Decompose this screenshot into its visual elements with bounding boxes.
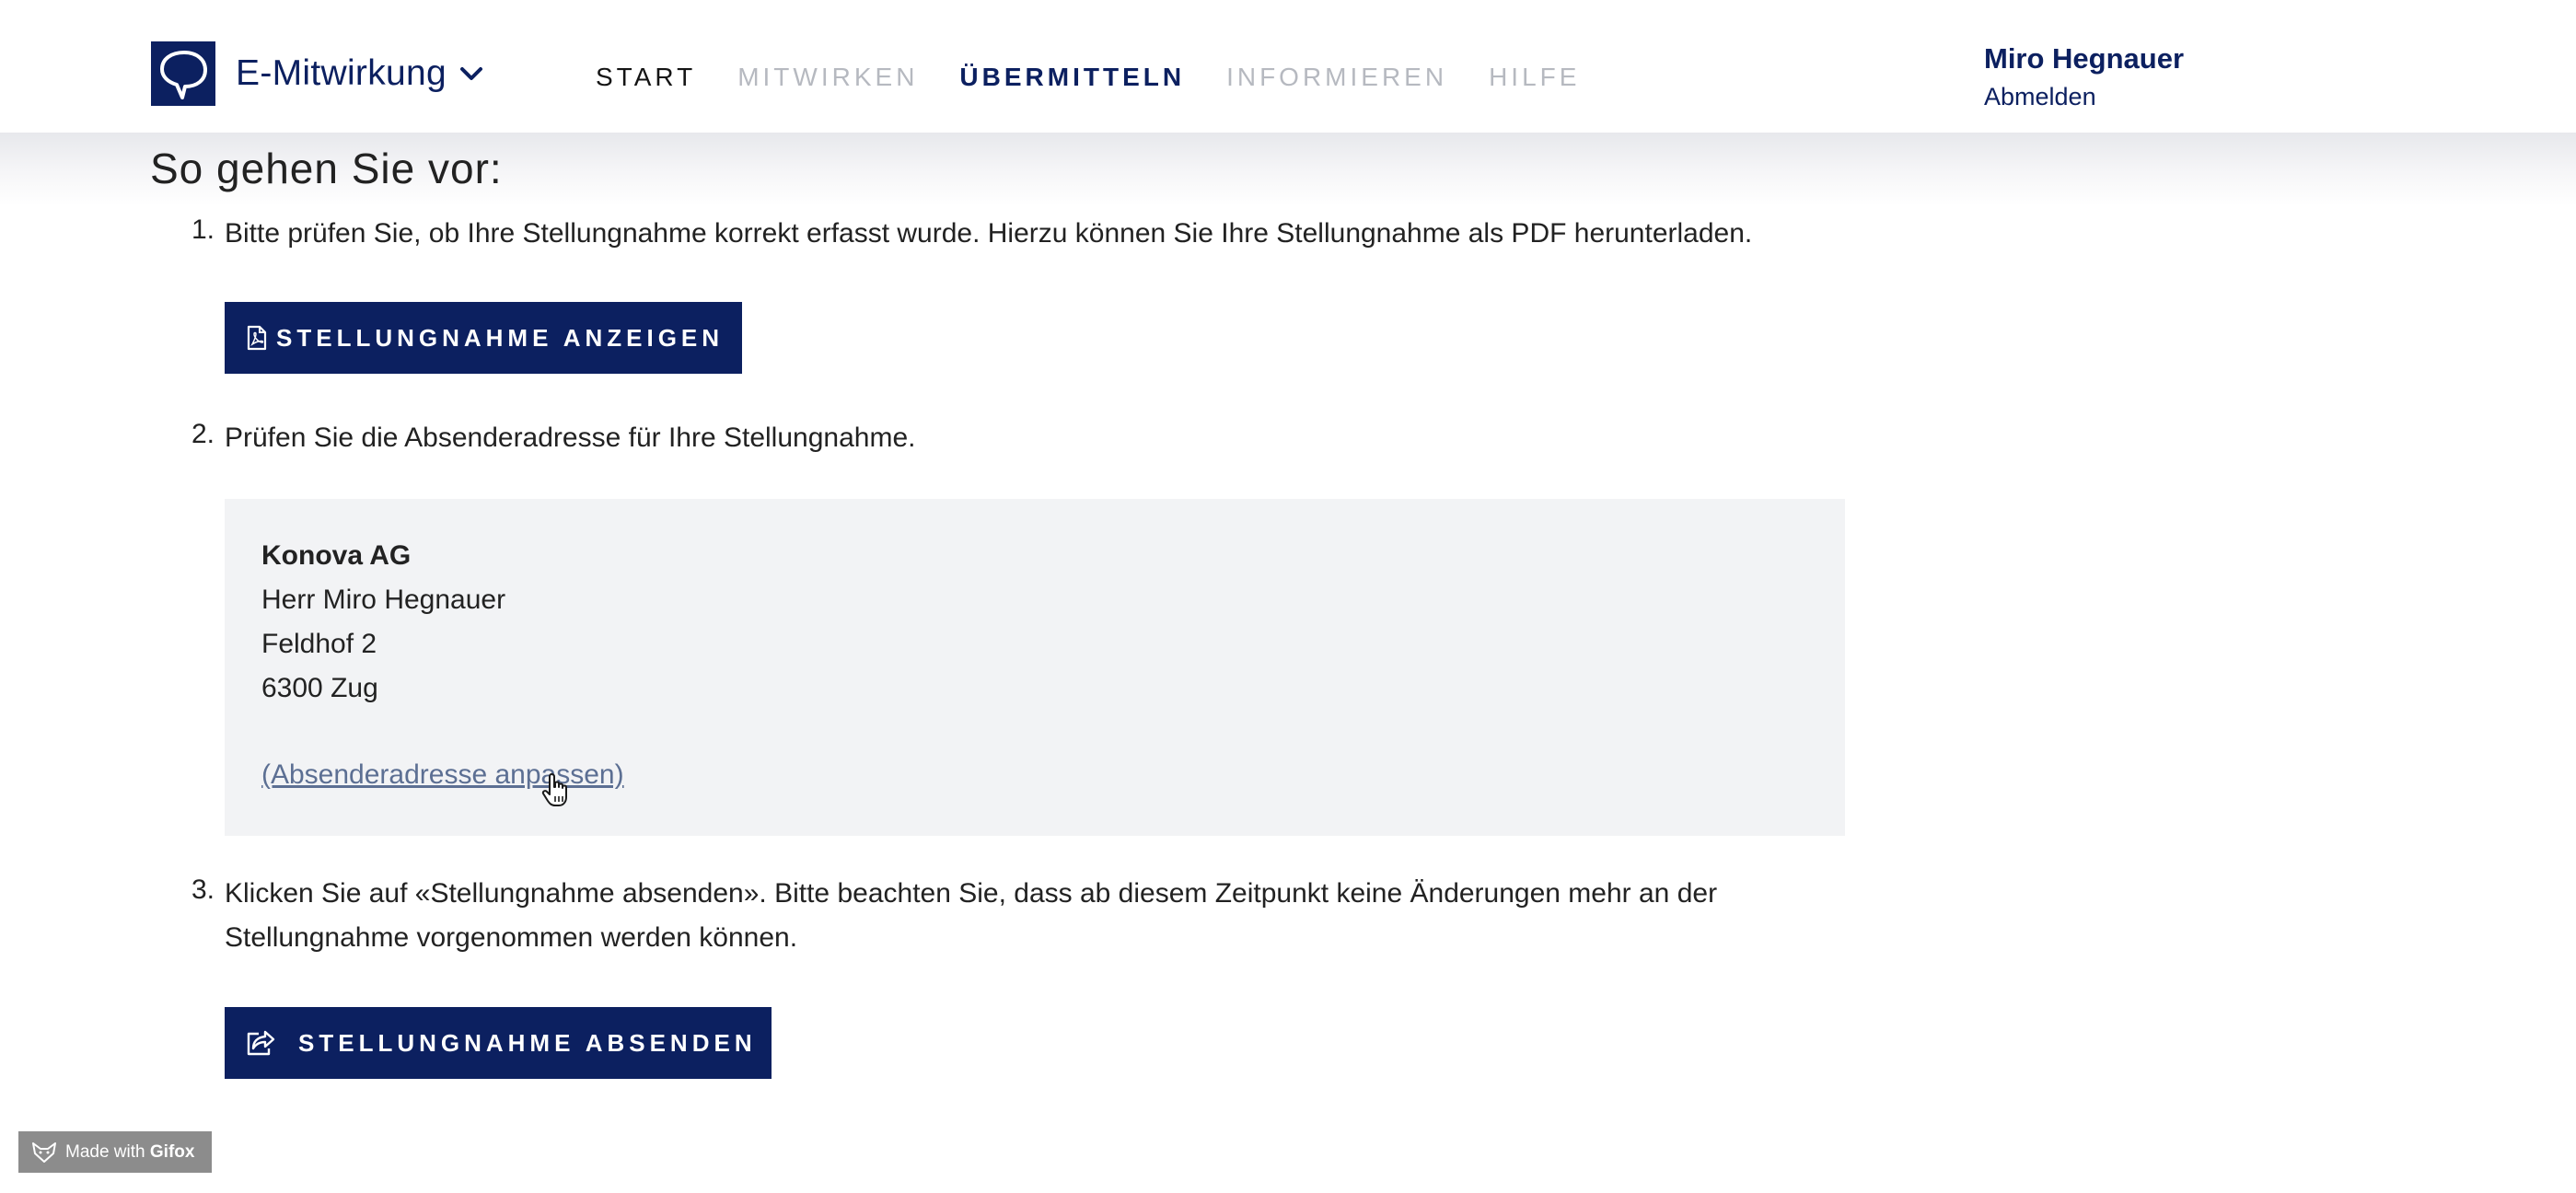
pdf-file-icon — [247, 325, 267, 351]
logout-link[interactable]: Abmelden — [1984, 83, 2184, 111]
step-1-number: 1. — [191, 214, 215, 245]
step-1-text: Bitte prüfen Sie, ob Ihre Stellungnahme … — [225, 218, 1753, 249]
step-2-number: 2. — [191, 419, 215, 449]
nav-uebermitteln[interactable]: ÜBERMITTELN — [959, 63, 1185, 92]
speech-bubble-logo-icon — [151, 41, 215, 106]
chevron-down-icon — [459, 65, 483, 82]
app-switcher[interactable]: E-Mitwirkung — [151, 41, 483, 106]
main-nav: START MITWIRKEN ÜBERMITTELN INFORMIEREN … — [596, 63, 1621, 92]
step-3-number: 3. — [191, 874, 215, 905]
nav-hilfe[interactable]: HILFE — [1489, 63, 1580, 92]
address-city: 6300 Zug — [261, 673, 378, 703]
watermark-prefix: Made with — [65, 1141, 145, 1162]
gifox-watermark: Made with Gifox — [18, 1131, 212, 1173]
user-menu: Miro Hegnauer Abmelden — [1984, 42, 2184, 111]
submit-statement-button[interactable]: STELLUNGNAHME ABSENDEN — [225, 1007, 772, 1079]
watermark-brand: Gifox — [149, 1141, 195, 1162]
user-name: Miro Hegnauer — [1984, 42, 2185, 75]
hand-cursor-icon — [541, 771, 573, 813]
sender-address-box: Konova AG Herr Miro Hegnauer Feldhof 2 6… — [225, 499, 1845, 836]
nav-start[interactable]: START — [596, 63, 696, 92]
view-statement-button[interactable]: STELLUNGNAHME ANZEIGEN — [225, 302, 742, 374]
address-street: Feldhof 2 — [261, 629, 377, 659]
page-heading: So gehen Sie vor: — [150, 145, 503, 192]
step-3-text-line-1: Klicken Sie auf «Stellungnahme absenden»… — [225, 878, 1718, 909]
nav-informieren[interactable]: INFORMIEREN — [1226, 63, 1447, 92]
view-statement-label: STELLUNGNAHME ANZEIGEN — [276, 323, 725, 352]
nav-mitwirken[interactable]: MITWIRKEN — [737, 63, 918, 92]
app-name: E-Mitwirkung — [236, 53, 447, 93]
address-name: Herr Miro Hegnauer — [261, 585, 506, 615]
submit-statement-label: STELLUNGNAHME ABSENDEN — [298, 1028, 757, 1057]
fox-icon — [31, 1141, 57, 1164]
step-2-text: Prüfen Sie die Absenderadresse für Ihre … — [225, 423, 916, 453]
address-company: Konova AG — [261, 540, 412, 571]
site-header: E-Mitwirkung START MITWIRKEN ÜBERMITTELN… — [0, 7, 2576, 133]
step-3-text-line-2: Stellungnahme vorgenommen werden können. — [225, 922, 798, 953]
share-icon — [245, 1029, 276, 1057]
